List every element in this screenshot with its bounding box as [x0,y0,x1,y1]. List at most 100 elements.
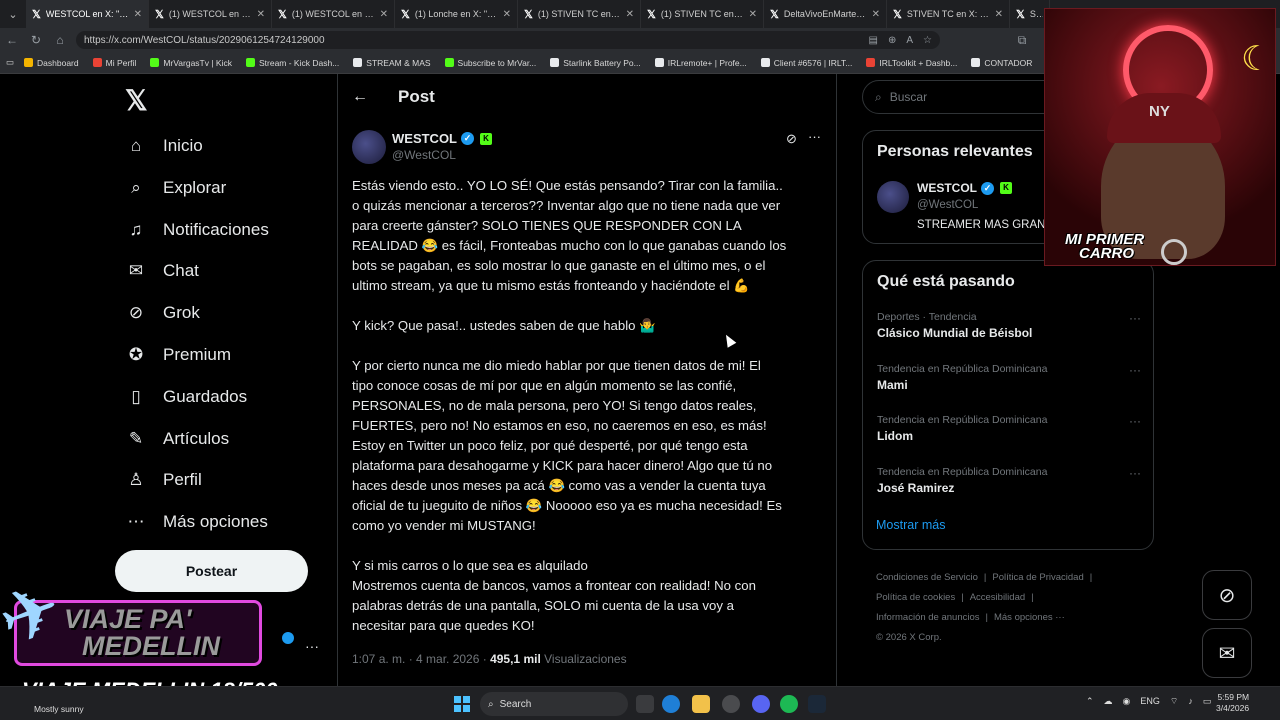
trend-item[interactable]: Tendencia en República Dominicana Lidom ··… [877,414,1141,443]
author-name[interactable]: WESTCOL ✓ K [392,131,492,146]
url-input[interactable]: https://x.com/WestCOL/status/20290612547… [76,31,940,49]
home-icon[interactable]: ⌂ [48,33,72,47]
relevant-name[interactable]: WESTCOL ✓ K [917,181,1012,195]
clock[interactable]: 5:59 PM 3/4/2026 [1216,692,1249,714]
show-more-link[interactable]: Mostrar más [876,518,945,532]
spotify-icon[interactable] [780,695,798,713]
network-icon[interactable]: ◉ [1123,696,1131,707]
footer-link[interactable]: © 2026 X Corp. [876,632,942,643]
bookmark-item[interactable]: Stream - Kick Dash... [245,58,339,68]
weather-label[interactable]: Mostly sunny [34,704,84,714]
chrome-icon[interactable] [722,695,740,713]
nav-item-perfil[interactable]: ♙ Perfil [125,462,201,498]
relevant-handle[interactable]: @WestCOL [917,199,978,211]
extensions-icon[interactable]: ⧉ [1010,33,1034,48]
close-icon[interactable]: ✕ [626,9,634,20]
author-handle[interactable]: @WestCOL [392,148,456,162]
bookmark-item[interactable]: Starlink Battery Po... [550,58,641,68]
nav-item-m-s-opciones[interactable]: ⋯ Más opciones [125,504,268,540]
steam-icon[interactable] [808,695,826,713]
cloud-icon[interactable]: ☁ [1104,696,1113,707]
nav-item-premium[interactable]: ✪ Premium [125,337,231,373]
browser-tab[interactable]: 𝕏STIVEN TC en X: "Hasta✕ [887,0,1010,28]
more-icon[interactable]: ··· [1129,466,1141,480]
favorite-icon[interactable]: ☆ [923,35,932,46]
post-body: Estás viendo esto.. YO LO SÉ! Que estás … [352,176,830,656]
trend-item[interactable]: Tendencia en República Dominicana Mami ··· [877,363,1141,392]
footer-link[interactable]: Accesibilidad [970,592,1025,603]
x-logo-icon[interactable]: 𝕏 [125,84,148,117]
browser-tab[interactable]: 𝕏WESTCOL en X: "Estás v✕ [26,0,149,28]
relevant-avatar[interactable] [877,181,909,213]
bookmark-item[interactable]: Subscribe to MrVar... [444,58,536,68]
post-button[interactable]: Postear [115,550,308,592]
footer-link[interactable]: Condiciones de Servicio [876,572,978,583]
post-paragraph: Estás viendo esto.. YO LO SÉ! Que estás … [352,176,830,296]
bookmark-item[interactable]: MrVargasTv | Kick [150,58,232,68]
nav-item-grok[interactable]: ⊘ Grok [125,295,200,331]
nav-item-explorar[interactable]: ⌕ Explorar [125,170,226,206]
nav-item-art-culos[interactable]: ✎ Artículos [125,421,229,457]
zoom-icon[interactable]: ⊕ [888,35,896,46]
account-more-icon[interactable]: ··· [305,638,319,654]
close-icon[interactable]: ✕ [995,9,1003,20]
close-icon[interactable]: ✕ [380,9,388,20]
footer-link[interactable]: Política de cookies [876,592,955,603]
bookmark-item[interactable]: Dashboard [24,58,79,68]
discord-icon[interactable] [752,695,770,713]
grok-icon[interactable]: ⊘ [786,131,797,147]
steering-wheel-icon [1161,239,1187,265]
close-icon[interactable]: ✕ [134,9,142,20]
back-arrow-icon[interactable]: ← [352,88,368,106]
bookmark-item[interactable]: STREAM & MAS [353,58,431,68]
more-icon[interactable]: ··· [1129,414,1141,428]
reload-icon[interactable]: ↻ [24,33,48,47]
start-icon[interactable] [454,696,470,712]
taskbar-search[interactable]: ⌕ Search [480,692,628,716]
bookmark-item[interactable]: IRLToolkit + Dashb... [866,58,957,68]
footer-link[interactable]: Política de Privacidad [992,572,1083,583]
author-avatar[interactable] [352,130,386,164]
bookmark-item[interactable]: IRLremote+ | Profe... [654,58,747,68]
language-label[interactable]: ENG [1140,696,1160,707]
more-icon[interactable]: ··· [808,129,821,144]
post-line: o quizás mencionar a terceros?? Inventar… [352,198,781,213]
chevron-up-icon[interactable]: ⌃ [1086,696,1094,707]
messages-fab-icon[interactable]: ✉ [1202,628,1252,678]
wifi-icon[interactable]: ⌔ [1170,696,1178,707]
bookmark-item[interactable]: Client #6576 | IRLT... [760,58,852,68]
more-icon[interactable]: ··· [1129,311,1141,325]
nav-item-inicio[interactable]: ⌂ Inicio [125,128,203,164]
read-mode-icon[interactable]: ▤ [869,35,878,46]
nav-item-chat[interactable]: ✉ Chat [125,253,199,289]
footer-link[interactable]: Información de anuncios [876,612,980,623]
nav-item-guardados[interactable]: ▯ Guardados [125,379,247,415]
browser-tab[interactable]: 𝕏(1) Lonche en X: "Pues y✕ [395,0,518,28]
more-icon[interactable]: ··· [1129,363,1141,377]
tab-list-icon[interactable]: ⌄ [0,0,26,28]
volume-icon[interactable]: ♪ [1188,696,1193,707]
close-icon[interactable]: ✕ [257,9,265,20]
translate-icon[interactable]: A [906,35,913,46]
close-icon[interactable]: ✕ [503,9,511,20]
back-icon[interactable]: ← [0,33,24,47]
browser-tab[interactable]: 𝕏(1) STIVEN TC en X: "Ob✕ [518,0,641,28]
battery-icon[interactable]: ▭ [1203,696,1212,707]
bookmark-item[interactable]: Mi Perfil [92,58,136,68]
grok-fab-icon[interactable]: ⊘ [1202,570,1252,620]
file-explorer-icon[interactable] [692,695,710,713]
edge-icon[interactable] [662,695,680,713]
bookmarks-menu-icon[interactable]: ▭ [6,57,14,68]
bookmark-item[interactable]: CONTADOR [971,58,1032,68]
task-view-icon[interactable] [636,695,654,713]
footer-link[interactable]: Más opciones ··· [994,612,1065,623]
trend-item[interactable]: Tendencia en República Dominicana José Ra… [877,466,1141,495]
close-icon[interactable]: ✕ [872,9,880,20]
browser-tab[interactable]: 𝕏DeltaVivoEnMarte3 en X✕ [764,0,887,28]
browser-tab[interactable]: 𝕏(1) WESTCOL en X: "Min✕ [272,0,395,28]
browser-tab[interactable]: 𝕏(1) STIVEN TC en X: "Mi✕ [641,0,764,28]
close-icon[interactable]: ✕ [749,9,757,20]
trend-item[interactable]: Deportes · Tendencia Clásico Mundial de B… [877,311,1141,340]
browser-tab[interactable]: 𝕏(1) WESTCOL en X: "La p✕ [149,0,272,28]
nav-item-notificaciones[interactable]: ♫ Notificaciones [125,212,269,248]
